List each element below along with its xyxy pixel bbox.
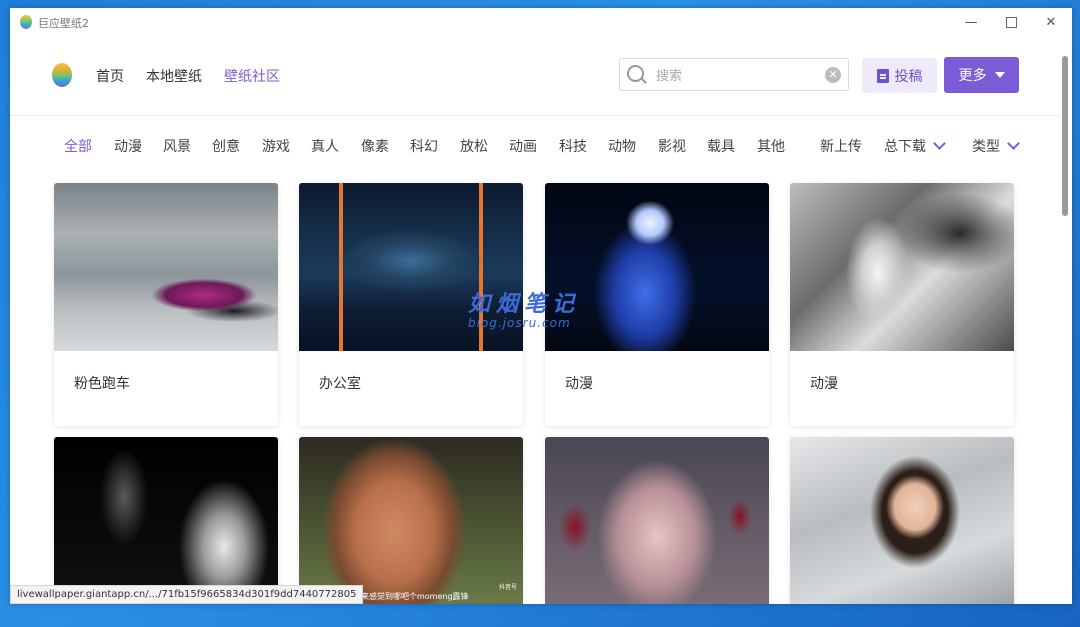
sort-downloads-label: 总下载	[884, 139, 926, 155]
filter-type[interactable]: 类型	[972, 136, 1020, 156]
category-film[interactable]: 影视	[658, 136, 686, 156]
wallpaper-card[interactable]	[790, 437, 1014, 604]
search-icon	[627, 65, 644, 82]
clear-icon[interactable]: ✕	[825, 67, 841, 83]
watermark-main: 如烟笔记	[468, 292, 581, 317]
search-box: ✕	[619, 58, 849, 91]
app-icon	[20, 15, 32, 29]
category-animation[interactable]: 动画	[509, 136, 537, 156]
window-title: 巨应壁纸2	[38, 17, 89, 30]
category-relax[interactable]: 放松	[460, 136, 488, 156]
top-navigation: 首页 本地壁纸 壁纸社区 ✕ 投稿 更多	[10, 48, 1060, 104]
nav-community[interactable]: 壁纸社区	[224, 66, 280, 86]
wallpaper-thumbnail	[54, 183, 278, 351]
wallpaper-card[interactable]	[54, 437, 278, 604]
card-label: 动漫	[565, 376, 593, 392]
scrollbar-thumb[interactable]	[1062, 56, 1068, 216]
category-anime[interactable]: 动漫	[114, 136, 142, 156]
filter-type-label: 类型	[972, 139, 1000, 155]
wallpaper-thumbnail: 抖音号 来感觉到哪吧个momeng露锋	[299, 437, 523, 604]
wallpaper-card[interactable]	[545, 437, 769, 604]
title-bar: 巨应壁纸2 — ✕	[10, 8, 1072, 36]
sort-newest[interactable]: 新上传	[820, 136, 862, 156]
wallpaper-thumbnail	[545, 437, 769, 604]
maximize-icon	[1005, 16, 1017, 28]
category-scenery[interactable]: 风景	[163, 136, 191, 156]
category-people[interactable]: 真人	[311, 136, 339, 156]
wallpaper-card[interactable]: 动漫	[790, 183, 1014, 426]
sort-downloads[interactable]: 总下载	[884, 136, 946, 156]
watermark-sub: blog.josru.com	[468, 316, 571, 330]
category-pixel[interactable]: 像素	[361, 136, 389, 156]
maximize-button[interactable]	[990, 8, 1032, 36]
caret-down-icon	[994, 72, 1005, 78]
document-icon	[876, 68, 889, 83]
wallpaper-card[interactable]: 粉色跑车	[54, 183, 278, 426]
nav-home[interactable]: 首页	[96, 66, 124, 86]
scrollbar[interactable]	[1061, 48, 1070, 604]
minimize-button[interactable]: —	[950, 8, 992, 36]
app-logo[interactable]	[52, 63, 72, 87]
close-button[interactable]: ✕	[1030, 8, 1072, 36]
card-label: 粉色跑车	[74, 376, 130, 392]
more-button[interactable]: 更多	[944, 57, 1019, 93]
status-url: livewallpaper.giantapp.cn/.../71fb15f966…	[10, 585, 364, 604]
wallpaper-card[interactable]: 抖音号 来感觉到哪吧个momeng露锋	[299, 437, 523, 604]
category-animals[interactable]: 动物	[608, 136, 636, 156]
wallpaper-thumbnail	[790, 437, 1014, 604]
category-scifi[interactable]: 科幻	[410, 136, 438, 156]
more-label: 更多	[958, 68, 987, 84]
watermark: 如烟笔记 blog.josru.com	[468, 286, 580, 330]
card-label: 动漫	[810, 376, 838, 392]
header-divider	[10, 115, 1060, 116]
category-creative[interactable]: 创意	[212, 136, 240, 156]
submit-label: 投稿	[894, 68, 923, 85]
submit-button[interactable]: 投稿	[862, 58, 937, 93]
category-all[interactable]: 全部	[64, 136, 92, 156]
chevron-down-icon	[933, 137, 946, 150]
card-label: 办公室	[319, 376, 361, 392]
category-tech[interactable]: 科技	[559, 136, 587, 156]
category-bar: 全部 动漫 风景 创意 游戏 真人 像素 科幻 放松 动画 科技 动物 影视 载…	[10, 136, 1060, 160]
category-vehicles[interactable]: 载具	[707, 136, 735, 156]
nav-local-wallpapers[interactable]: 本地壁纸	[146, 66, 202, 86]
thumb-caption: 来感觉到哪吧个momeng露锋	[361, 592, 469, 601]
wallpaper-thumbnail	[790, 183, 1014, 351]
category-other[interactable]: 其他	[757, 136, 785, 156]
search-input[interactable]	[654, 65, 818, 87]
category-games[interactable]: 游戏	[262, 136, 290, 156]
chevron-down-icon	[1007, 137, 1020, 150]
wallpaper-thumbnail	[54, 437, 278, 604]
thumb-caption-small: 抖音号	[498, 584, 517, 591]
